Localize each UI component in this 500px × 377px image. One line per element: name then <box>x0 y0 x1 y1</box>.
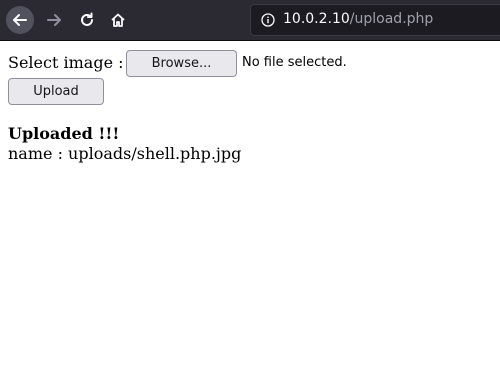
upload-result-filename: name : uploads/shell.php.jpg <box>8 144 242 163</box>
reload-button[interactable] <box>73 6 101 34</box>
url-path: /upload.php <box>349 11 434 27</box>
reload-icon <box>81 12 93 26</box>
back-button[interactable] <box>6 6 34 34</box>
browse-button[interactable]: Browse... <box>126 50 237 77</box>
arrow-left-icon <box>13 14 27 26</box>
toolbar-divider <box>0 40 500 41</box>
upload-button[interactable]: Upload <box>8 78 104 105</box>
select-image-label: Select image : <box>8 53 124 72</box>
forward-button[interactable] <box>40 6 68 34</box>
url-bar[interactable]: 10.0.2.10/upload.php <box>250 4 500 36</box>
file-status: No file selected. <box>242 55 347 70</box>
url-host: 10.0.2.10 <box>283 11 350 27</box>
home-button[interactable] <box>104 6 132 34</box>
info-icon[interactable] <box>261 13 275 27</box>
file-select-row: Select image : Browse... No file selecte… <box>8 50 492 77</box>
browser-toolbar: 10.0.2.10/upload.php <box>0 0 500 41</box>
arrow-right-icon <box>47 14 61 26</box>
upload-result-title: Uploaded !!! <box>8 124 120 143</box>
url-text: 10.0.2.10/upload.php <box>283 11 433 27</box>
home-icon <box>111 13 125 27</box>
